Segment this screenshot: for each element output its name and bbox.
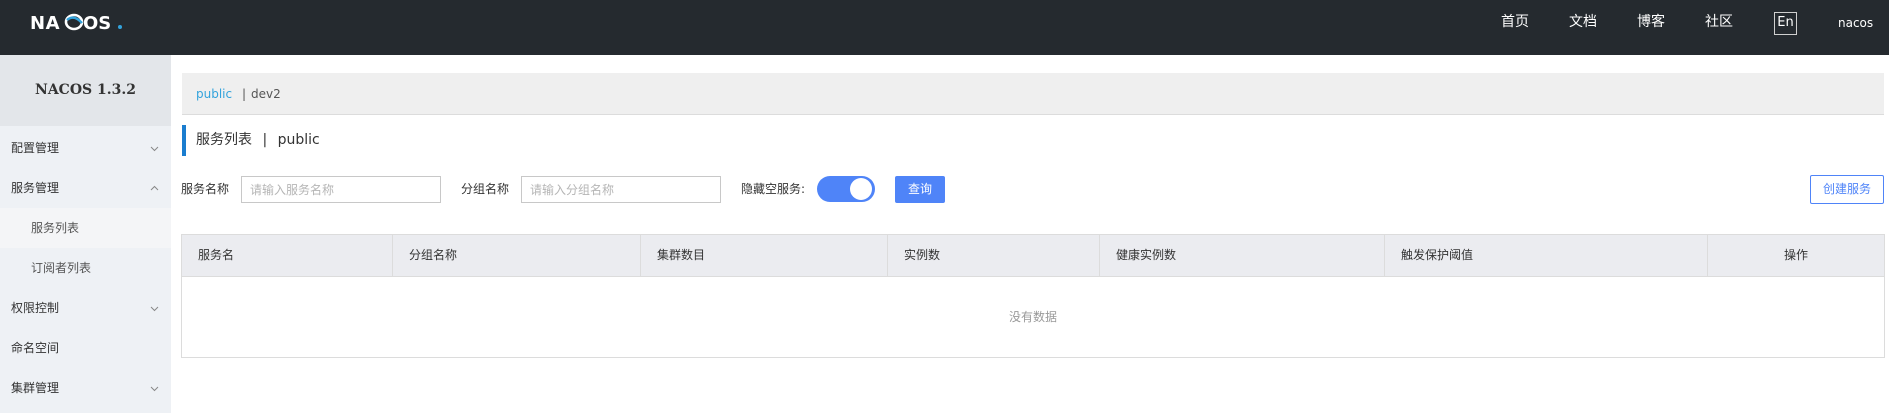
query-button[interactable]: 查询: [895, 176, 945, 203]
page-title-text: 服务列表: [196, 132, 252, 148]
sidebar-item-label: 权限控制: [11, 301, 60, 315]
chevron-down-icon: [150, 144, 159, 153]
sidebar-item-service-management[interactable]: 服务管理: [0, 168, 171, 208]
nacos-logo[interactable]: NA OS: [30, 11, 130, 33]
top-navbar: NA OS 首页 文档 博客 社区 En nacos: [0, 0, 1889, 55]
page-title-separator: |: [262, 132, 268, 148]
user-menu[interactable]: nacos: [1838, 0, 1873, 46]
column-header-group-name: 分组名称: [393, 235, 641, 276]
sidebar-item-access-control[interactable]: 权限控制: [0, 288, 171, 328]
group-name-label: 分组名称: [461, 182, 510, 196]
sidebar-item-label: 命名空间: [11, 341, 60, 355]
table-empty-state: 没有数据: [1008, 310, 1057, 324]
page-title-namespace: public: [277, 132, 320, 148]
sidebar-item-cluster-management[interactable]: 集群管理: [0, 368, 171, 408]
column-header-instance-count: 实例数: [888, 235, 1100, 276]
group-name-input[interactable]: [521, 176, 721, 203]
toggle-knob: [850, 178, 872, 200]
sidebar-item-subscriber-list[interactable]: 订阅者列表: [0, 248, 171, 288]
sidebar: NACOS 1.3.2 配置管理 服务管理 服务列表 订阅者列表 权限控制 命名…: [0, 55, 171, 413]
column-header-service-name: 服务名: [182, 235, 393, 276]
namespace-bar: public | dev2: [182, 73, 1884, 115]
table-header: 服务名 分组名称 集群数目 实例数 健康实例数 触发保护阈值 操作: [182, 235, 1884, 277]
sidebar-item-label: 配置管理: [11, 141, 60, 155]
svg-text:OS: OS: [83, 13, 111, 33]
sidebar-item-label: 订阅者列表: [31, 261, 92, 275]
namespace-public-link[interactable]: public: [196, 73, 232, 115]
create-service-button[interactable]: 创建服务: [1810, 175, 1884, 204]
column-header-cluster-count: 集群数目: [641, 235, 888, 276]
nav-community-link[interactable]: 社区: [1705, 0, 1733, 55]
hide-empty-services-label: 隐藏空服务:: [741, 182, 806, 196]
sidebar-item-service-list[interactable]: 服务列表: [0, 208, 171, 248]
namespace-dev2-link[interactable]: dev2: [251, 73, 281, 115]
language-switch-button[interactable]: En: [1774, 12, 1797, 35]
sidebar-item-config-management[interactable]: 配置管理: [0, 128, 171, 168]
hide-empty-services-toggle[interactable]: [817, 176, 875, 202]
version-label: NACOS 1.3.2: [0, 55, 171, 126]
column-header-protect-threshold: 触发保护阈值: [1385, 235, 1708, 276]
sidebar-item-label: 服务列表: [31, 221, 80, 235]
chevron-down-icon: [150, 304, 159, 313]
nav-home-link[interactable]: 首页: [1501, 0, 1529, 55]
nav-blog-link[interactable]: 博客: [1637, 0, 1665, 55]
sidebar-item-label: 服务管理: [11, 181, 60, 195]
chevron-down-icon: [150, 384, 159, 393]
column-header-operations: 操作: [1783, 248, 1808, 262]
page-title: 服务列表 | public: [182, 125, 320, 156]
chevron-up-icon: [150, 184, 159, 193]
namespace-separator: |: [242, 87, 247, 101]
service-name-label: 服务名称: [181, 182, 230, 196]
service-table: 服务名 分组名称 集群数目 实例数 健康实例数 触发保护阈值 操作 没有数据: [181, 234, 1885, 358]
nav-docs-link[interactable]: 文档: [1569, 0, 1597, 55]
svg-text:NA: NA: [30, 13, 60, 33]
service-name-input[interactable]: [241, 176, 441, 203]
sidebar-item-namespace[interactable]: 命名空间: [0, 328, 171, 368]
column-header-healthy-instance-count: 健康实例数: [1100, 235, 1385, 276]
sidebar-item-label: 集群管理: [11, 381, 60, 395]
